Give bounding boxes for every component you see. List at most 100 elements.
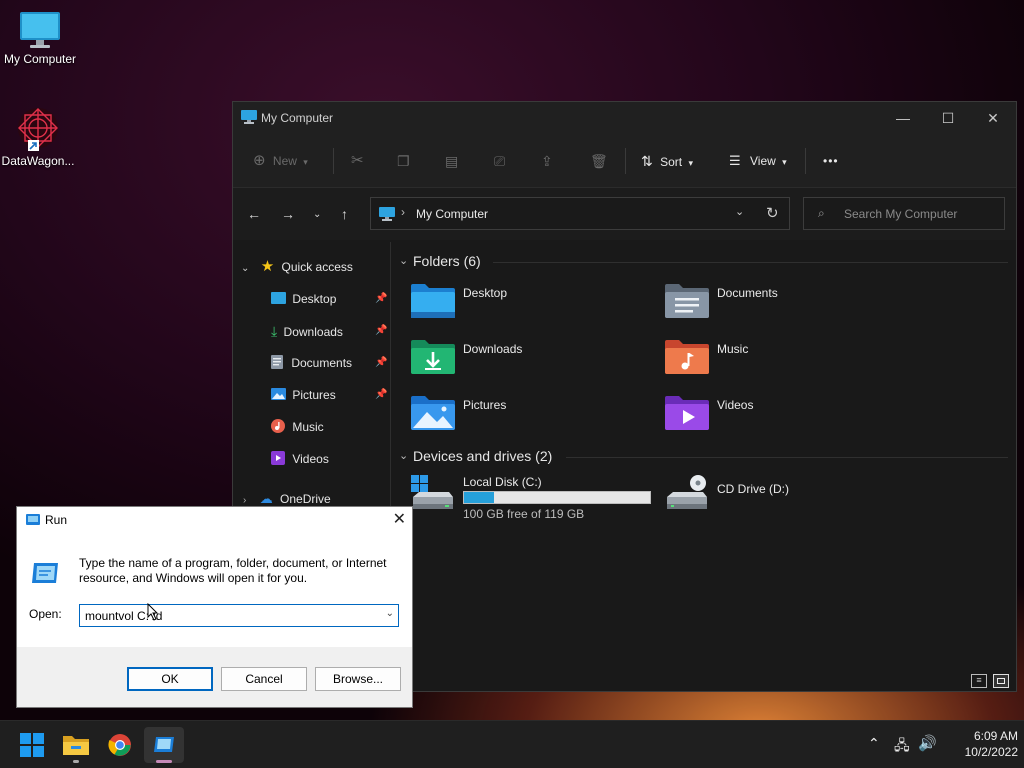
taskbar-run[interactable] xyxy=(144,727,184,763)
cd-drive-icon xyxy=(667,475,707,509)
view-label: View xyxy=(750,154,776,168)
chrome-icon xyxy=(108,734,131,756)
sidebar-item-label: Music xyxy=(292,420,324,434)
explorer-titlebar[interactable]: My Computer — ☐ ✕ xyxy=(233,102,1016,132)
download-arrow-icon: ⤓ xyxy=(271,323,278,339)
paste-button[interactable]: ▤ xyxy=(445,150,458,172)
start-button[interactable] xyxy=(12,727,52,763)
sidebar-item-pictures[interactable]: Pictures 📌 xyxy=(271,384,389,406)
breadcrumb[interactable]: My Computer xyxy=(416,207,488,221)
search-icon: ⌕ xyxy=(818,206,825,220)
ok-button[interactable]: OK xyxy=(127,667,213,691)
open-label: Open: xyxy=(29,607,62,621)
content-pane: ⌄ Folders (6) Desktop Documents Download… xyxy=(391,242,1016,691)
open-input[interactable] xyxy=(80,605,376,626)
folder-tile-videos[interactable]: Videos xyxy=(665,394,885,434)
drive-usage-bar xyxy=(463,491,651,504)
close-button[interactable]: ✕ xyxy=(973,106,1013,130)
back-arrow-icon[interactable]: ← xyxy=(247,206,261,222)
toolbar-divider xyxy=(333,148,334,174)
group-header-folders[interactable]: Folders (6) xyxy=(413,253,481,269)
taskbar: ⌃ 🖧 🔊 6:09 AM 10/2/2022 xyxy=(0,720,1024,768)
desktop-folder-icon xyxy=(271,292,286,304)
chevron-down-icon: ⌄ xyxy=(399,255,409,267)
tiles-view-button[interactable] xyxy=(993,674,1009,688)
sidebar-item-music[interactable]: Music xyxy=(271,416,389,438)
new-button[interactable]: ⊕ New ▾ xyxy=(253,150,308,172)
cancel-button[interactable]: Cancel xyxy=(221,667,307,691)
minimize-button[interactable]: — xyxy=(883,106,923,130)
volume-icon[interactable]: 🔊 xyxy=(918,734,937,752)
clock[interactable]: 6:09 AM 10/2/2022 xyxy=(946,729,1018,759)
folder-name: Music xyxy=(717,342,749,356)
sidebar-item-documents[interactable]: Documents 📌 xyxy=(271,352,389,374)
drive-tile-d[interactable]: CD Drive (D:) xyxy=(665,475,885,515)
folder-tile-pictures[interactable]: Pictures xyxy=(411,394,631,434)
refresh-icon[interactable]: ↻ xyxy=(766,204,779,222)
show-hidden-icons-chevron-icon[interactable]: ⌃ xyxy=(868,735,880,752)
run-close-button[interactable]: ✕ xyxy=(393,509,406,529)
breadcrumb-separator-icon: › xyxy=(401,205,405,219)
music-folder-icon xyxy=(665,340,709,374)
windows-logo-icon xyxy=(20,733,44,757)
sidebar-item-downloads[interactable]: ⤓ Downloads 📌 xyxy=(271,320,389,342)
browse-button[interactable]: Browse... xyxy=(315,667,401,691)
sidebar-item-label: Desktop xyxy=(292,292,337,306)
folder-name: Downloads xyxy=(463,342,523,356)
pin-icon: 📌 xyxy=(375,293,388,304)
downloads-folder-icon xyxy=(411,340,455,374)
folder-tile-music[interactable]: Music xyxy=(665,338,885,378)
search-placeholder: Search My Computer xyxy=(844,207,958,221)
drive-usage-fill xyxy=(464,492,494,503)
run-app-icon xyxy=(154,737,174,752)
address-dropdown-icon[interactable]: ⌄ xyxy=(735,205,744,218)
sidebar-item-desktop[interactable]: Desktop 📌 xyxy=(271,288,389,310)
sort-label: Sort xyxy=(660,155,683,169)
window-title: My Computer xyxy=(261,111,334,125)
network-icon[interactable]: 🖧 xyxy=(894,735,910,759)
run-body: Type the name of a program, folder, docu… xyxy=(17,533,412,647)
desktop-icon-datawagon[interactable]: DataWagon... xyxy=(0,106,78,168)
desktop-icon-my-computer[interactable]: My Computer xyxy=(0,10,80,66)
sort-button[interactable]: ⇅ Sort ▾ xyxy=(641,150,693,172)
datawagon-logo-icon xyxy=(18,108,58,151)
rename-button[interactable]: ⎚ xyxy=(494,150,505,172)
chevron-down-icon: ▾ xyxy=(303,157,308,167)
drive-tile-c[interactable]: Local Disk (C:) 100 GB free of 119 GB xyxy=(411,475,651,523)
maximize-button[interactable]: ☐ xyxy=(928,106,968,130)
star-icon: ★ xyxy=(260,258,275,275)
copy-button[interactable]: ❐ xyxy=(397,150,410,172)
clipboard-icon: ▤ xyxy=(445,153,459,169)
folder-tile-documents[interactable]: Documents xyxy=(665,282,885,322)
forward-arrow-icon[interactable]: → xyxy=(281,206,295,222)
folder-tile-downloads[interactable]: Downloads xyxy=(411,338,631,378)
trash-icon: 🗑 xyxy=(590,153,608,169)
sidebar-item-videos[interactable]: Videos xyxy=(271,448,389,470)
view-button[interactable]: ☰ View ▾ xyxy=(729,150,787,172)
more-options-button[interactable]: ••• xyxy=(823,150,839,172)
run-dialog: Run ✕ Type the name of a program, folder… xyxy=(16,506,413,708)
pin-icon: 📌 xyxy=(375,357,388,368)
taskbar-chrome[interactable] xyxy=(100,727,140,763)
pin-icon: 📌 xyxy=(375,389,388,400)
mouse-cursor-icon xyxy=(147,603,159,621)
up-arrow-icon[interactable]: ↑ xyxy=(341,206,348,222)
recent-chevron-icon[interactable]: ⌄ xyxy=(313,209,321,220)
address-bar[interactable]: › My Computer ⌄ ↻ xyxy=(370,197,790,230)
share-button[interactable]: ⇪ xyxy=(541,150,553,172)
taskbar-file-explorer[interactable] xyxy=(56,727,96,763)
sidebar-item-quick-access[interactable]: ⌄ ★ Quick access xyxy=(241,256,353,278)
sidebar-item-label: Videos xyxy=(292,452,329,466)
search-box[interactable]: ⌕ Search My Computer xyxy=(803,197,1005,230)
open-combobox[interactable]: ⌄ xyxy=(79,604,399,627)
rename-icon: ⎚ xyxy=(494,153,506,169)
system-tray: ⌃ 🖧 🔊 6:09 AM 10/2/2022 xyxy=(860,721,1024,768)
details-view-button[interactable]: ≡ xyxy=(971,674,987,688)
run-title: Run xyxy=(45,513,68,527)
run-titlebar[interactable]: Run ✕ xyxy=(17,507,412,533)
cut-button[interactable]: ✂ xyxy=(351,150,364,172)
group-header-drives[interactable]: Devices and drives (2) xyxy=(413,448,552,464)
folder-tile-desktop[interactable]: Desktop xyxy=(411,282,631,322)
chevron-down-icon[interactable]: ⌄ xyxy=(386,608,394,619)
delete-button[interactable]: 🗑 xyxy=(590,150,608,172)
